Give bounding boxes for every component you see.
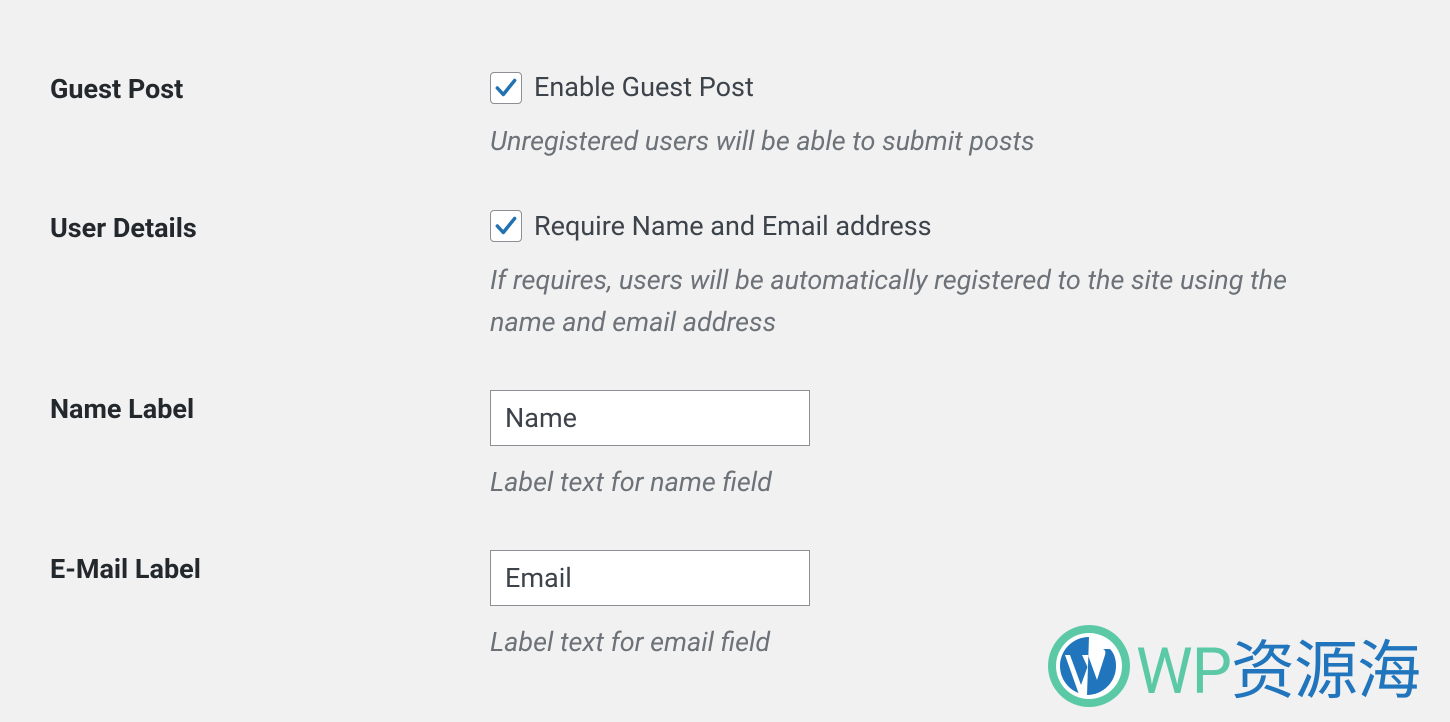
description-user-details: If requires, users will be automatically… (490, 260, 1340, 344)
watermark-text: WP资源海 (1136, 620, 1420, 712)
label-name-label: Name Label (50, 390, 490, 427)
watermark-text-wp: WP (1136, 634, 1231, 709)
watermark-text-cn: 资源海 (1231, 634, 1420, 709)
checkbox-line-user-details[interactable]: Require Name and Email address (490, 209, 1340, 244)
description-name-label: Label text for name field (490, 462, 1340, 504)
checkbox-label-guest-post: Enable Guest Post (534, 70, 754, 105)
checkbox-label-user-details: Require Name and Email address (534, 209, 932, 244)
label-user-details: User Details (50, 209, 490, 246)
row-name-label: Name Label Label text for name field (0, 354, 1450, 514)
label-email-label: E-Mail Label (50, 550, 490, 587)
watermark-logo: WP资源海 (1048, 620, 1420, 712)
field-guest-post: Enable Guest Post Unregistered users wil… (490, 70, 1400, 163)
check-icon (493, 75, 519, 101)
check-icon (493, 213, 519, 239)
input-name-label[interactable] (490, 390, 810, 446)
label-guest-post: Guest Post (50, 70, 490, 107)
checkbox-guest-post[interactable] (490, 72, 522, 104)
settings-form: Guest Post Enable Guest Post Unregistere… (0, 0, 1450, 673)
row-user-details: User Details Require Name and Email addr… (0, 173, 1450, 354)
field-user-details: Require Name and Email address If requir… (490, 209, 1400, 344)
checkbox-line-guest-post[interactable]: Enable Guest Post (490, 70, 1340, 105)
checkbox-user-details[interactable] (490, 210, 522, 242)
row-guest-post: Guest Post Enable Guest Post Unregistere… (0, 30, 1450, 173)
input-email-label[interactable] (490, 550, 810, 606)
description-guest-post: Unregistered users will be able to submi… (490, 121, 1340, 163)
field-name-label: Label text for name field (490, 390, 1400, 504)
wordpress-icon (1048, 625, 1130, 707)
